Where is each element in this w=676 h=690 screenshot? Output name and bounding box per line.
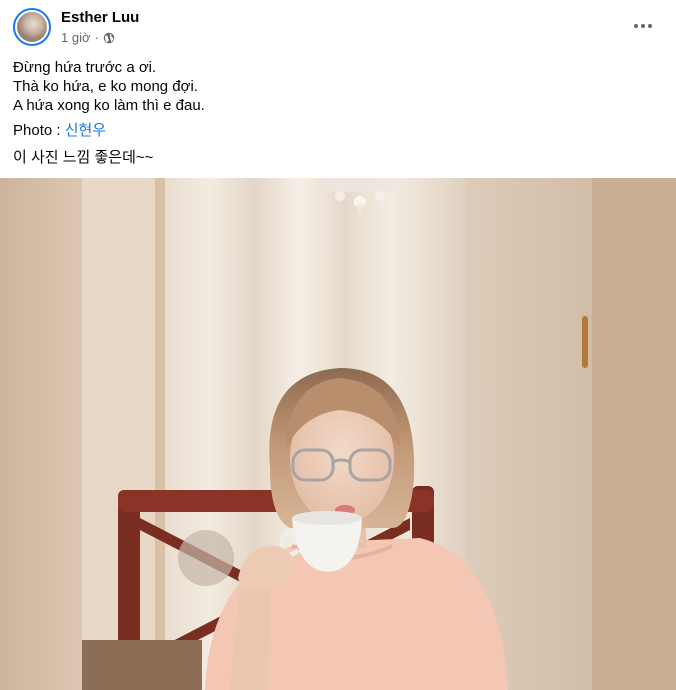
caption-line: Đừng hứa trước a ơi. <box>13 59 157 76</box>
avatar[interactable] <box>13 8 51 46</box>
post-caption: Đừng hứa trước a ơi. Thà ko hứa, e ko mo… <box>13 58 653 115</box>
caption-line: A hứa xong ko làm thì e đau. <box>13 97 205 114</box>
globe-icon[interactable] <box>103 32 115 44</box>
more-horizontal-icon <box>648 24 652 28</box>
post-header: Esther Luu 1 giờ · <box>0 0 676 54</box>
caption-line: Thà ko hứa, e ko mong đợi. <box>13 78 198 95</box>
meta-separator: · <box>94 30 99 45</box>
post-photo[interactable] <box>0 178 676 690</box>
more-horizontal-icon <box>641 24 645 28</box>
avatar-image <box>17 12 47 42</box>
photo-credit-link[interactable]: 신현우 <box>65 122 106 139</box>
post-meta: 1 giờ · <box>61 30 115 45</box>
post-photo-image <box>0 178 676 690</box>
photo-credit: Photo : 신현우 <box>13 121 106 140</box>
korean-caption: 이 사진 느낌 좋은데~~ <box>13 149 154 166</box>
post-timestamp[interactable]: 1 giờ <box>61 30 91 45</box>
more-horizontal-icon <box>634 24 638 28</box>
photo-credit-label: Photo : <box>13 122 65 139</box>
author-name[interactable]: Esther Luu <box>61 9 139 26</box>
facebook-post: Esther Luu 1 giờ · Đừng hứa trước a ơi. … <box>0 0 676 690</box>
more-options-button[interactable] <box>626 12 660 40</box>
